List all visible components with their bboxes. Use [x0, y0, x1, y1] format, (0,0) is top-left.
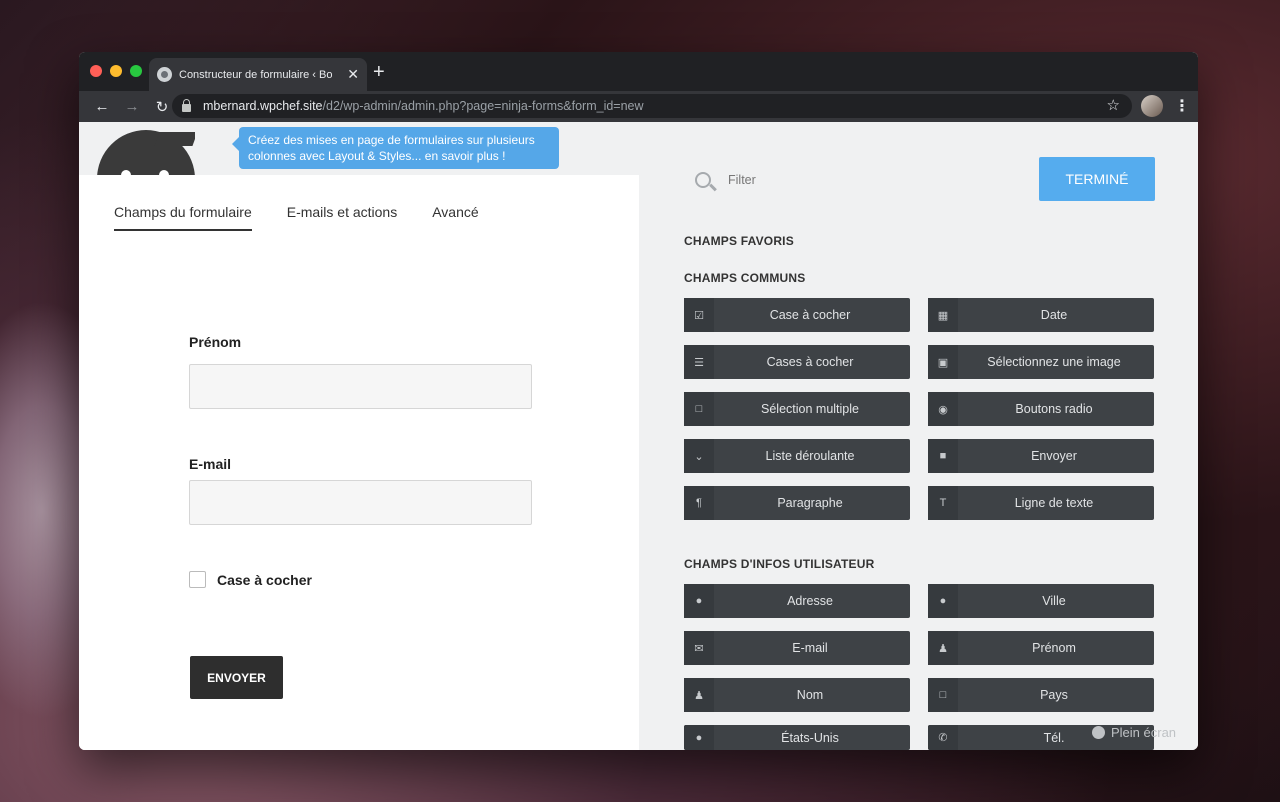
- field-button-checkboxes[interactable]: ☰ Cases à cocher: [684, 345, 910, 379]
- user-info-heading: CHAMPS D'INFOS UTILISATEUR: [684, 557, 875, 571]
- field-button-email[interactable]: ✉ E-mail: [684, 631, 910, 665]
- url-path: /d2/wp-admin/admin.php?page=ninja-forms&…: [322, 99, 644, 113]
- filter-input[interactable]: Filter: [728, 173, 756, 187]
- browser-toolbar: ← → ↻ mbernard.wpchef.site/d2/wp-admin/a…: [79, 91, 1198, 122]
- field-button-dropdown[interactable]: ⌄ Liste déroulante: [684, 439, 910, 473]
- radio-icon: ◉: [928, 392, 958, 426]
- email-label: E-mail: [189, 456, 232, 472]
- checkbox-label: Case à cocher: [217, 572, 312, 588]
- paragraph-icon: ¶: [684, 486, 714, 520]
- maximize-window-button[interactable]: [130, 65, 142, 77]
- search-icon: [695, 172, 711, 188]
- field-button-image-select[interactable]: ▣ Sélectionnez une image: [928, 345, 1154, 379]
- page-content: Créez des mises en page de formulaires s…: [79, 122, 1198, 750]
- email-input[interactable]: [189, 480, 532, 525]
- field-button-date[interactable]: ▦ Date: [928, 298, 1154, 332]
- first-name-input[interactable]: [189, 364, 532, 409]
- tab-title: Constructeur de formulaire ‹ Bo: [179, 68, 333, 81]
- field-button-radio[interactable]: ◉ Boutons radio: [928, 392, 1154, 426]
- done-button[interactable]: TERMINÉ: [1039, 157, 1155, 201]
- tab-form-fields[interactable]: Champs du formulaire: [114, 204, 252, 231]
- square-icon: □: [684, 392, 714, 426]
- field-button-us-state[interactable]: ● États-Unis: [684, 725, 910, 750]
- field-button-multiselect[interactable]: □ Sélection multiple: [684, 392, 910, 426]
- field-button-lastname[interactable]: ♟ Nom: [684, 678, 910, 712]
- address-bar[interactable]: mbernard.wpchef.site/d2/wp-admin/admin.p…: [172, 94, 1132, 118]
- map-pin-icon: ●: [928, 584, 958, 618]
- profile-avatar[interactable]: [1141, 95, 1163, 117]
- map-pin-icon: ●: [684, 584, 714, 618]
- tab-advanced[interactable]: Avancé: [432, 204, 478, 231]
- new-tab-button[interactable]: +: [373, 61, 385, 84]
- square-icon: □: [928, 678, 958, 712]
- minimize-window-button[interactable]: [110, 65, 122, 77]
- common-fields-heading: CHAMPS COMMUNS: [684, 271, 806, 285]
- close-window-button[interactable]: [90, 65, 102, 77]
- first-name-label: Prénom: [189, 334, 242, 350]
- expand-icon: [1092, 726, 1105, 739]
- map-pin-icon: ●: [684, 725, 714, 750]
- checkbox-input[interactable]: [189, 571, 206, 588]
- kebab-menu-icon[interactable]: ⋮: [1174, 96, 1190, 116]
- field-button-city[interactable]: ● Ville: [928, 584, 1154, 618]
- chevron-down-icon: ⌄: [684, 439, 714, 473]
- promo-tooltip[interactable]: Créez des mises en page de formulaires s…: [232, 127, 559, 169]
- tab-emails-actions[interactable]: E-mails et actions: [287, 204, 397, 231]
- field-button-firstname[interactable]: ♟ Prénom: [928, 631, 1154, 665]
- url-text: mbernard.wpchef.site/d2/wp-admin/admin.p…: [203, 99, 644, 113]
- ninja-forms-logo: [97, 130, 195, 175]
- browser-window: Constructeur de formulaire ‹ Bo ✕ + ← → …: [79, 52, 1198, 750]
- submit-button[interactable]: ENVOYER: [190, 656, 283, 699]
- envelope-icon: ✉: [684, 631, 714, 665]
- image-icon: ▣: [928, 345, 958, 379]
- window-controls: [90, 65, 142, 77]
- star-icon[interactable]: ☆: [1107, 96, 1120, 114]
- field-button-address[interactable]: ● Adresse: [684, 584, 910, 618]
- text-icon: T: [928, 486, 958, 520]
- field-button-paragraph[interactable]: ¶ Paragraphe: [684, 486, 910, 520]
- browser-tab[interactable]: Constructeur de formulaire ‹ Bo ✕: [149, 58, 367, 91]
- calendar-icon: ▦: [928, 298, 958, 332]
- builder-tabs: Champs du formulaire E-mails et actions …: [114, 204, 479, 231]
- field-button-textline[interactable]: T Ligne de texte: [928, 486, 1154, 520]
- url-host: mbernard.wpchef.site: [203, 99, 323, 113]
- field-button-checkbox[interactable]: ☑ Case à cocher: [684, 298, 910, 332]
- close-icon[interactable]: ✕: [347, 66, 359, 83]
- square-filled-icon: ■: [928, 439, 958, 473]
- list-icon: ☰: [684, 345, 714, 379]
- form-preview-panel: Champs du formulaire E-mails et actions …: [79, 175, 639, 750]
- field-button-country[interactable]: □ Pays: [928, 678, 1154, 712]
- checkbox-icon: ☑: [684, 298, 714, 332]
- user-icon: ♟: [684, 678, 714, 712]
- user-icon: ♟: [928, 631, 958, 665]
- fullscreen-button[interactable]: Plein écran: [1092, 725, 1176, 740]
- phone-icon: ✆: [928, 725, 958, 750]
- wordpress-icon: [157, 67, 172, 82]
- back-arrow-icon[interactable]: ←: [87, 98, 117, 115]
- field-button-submit[interactable]: ■ Envoyer: [928, 439, 1154, 473]
- forward-arrow-icon[interactable]: →: [117, 98, 147, 115]
- tab-strip: Constructeur de formulaire ‹ Bo ✕ +: [79, 52, 1198, 91]
- fullscreen-label: Plein écran: [1111, 725, 1177, 740]
- lock-icon[interactable]: [182, 99, 191, 112]
- favorites-heading: CHAMPS FAVORIS: [684, 234, 794, 248]
